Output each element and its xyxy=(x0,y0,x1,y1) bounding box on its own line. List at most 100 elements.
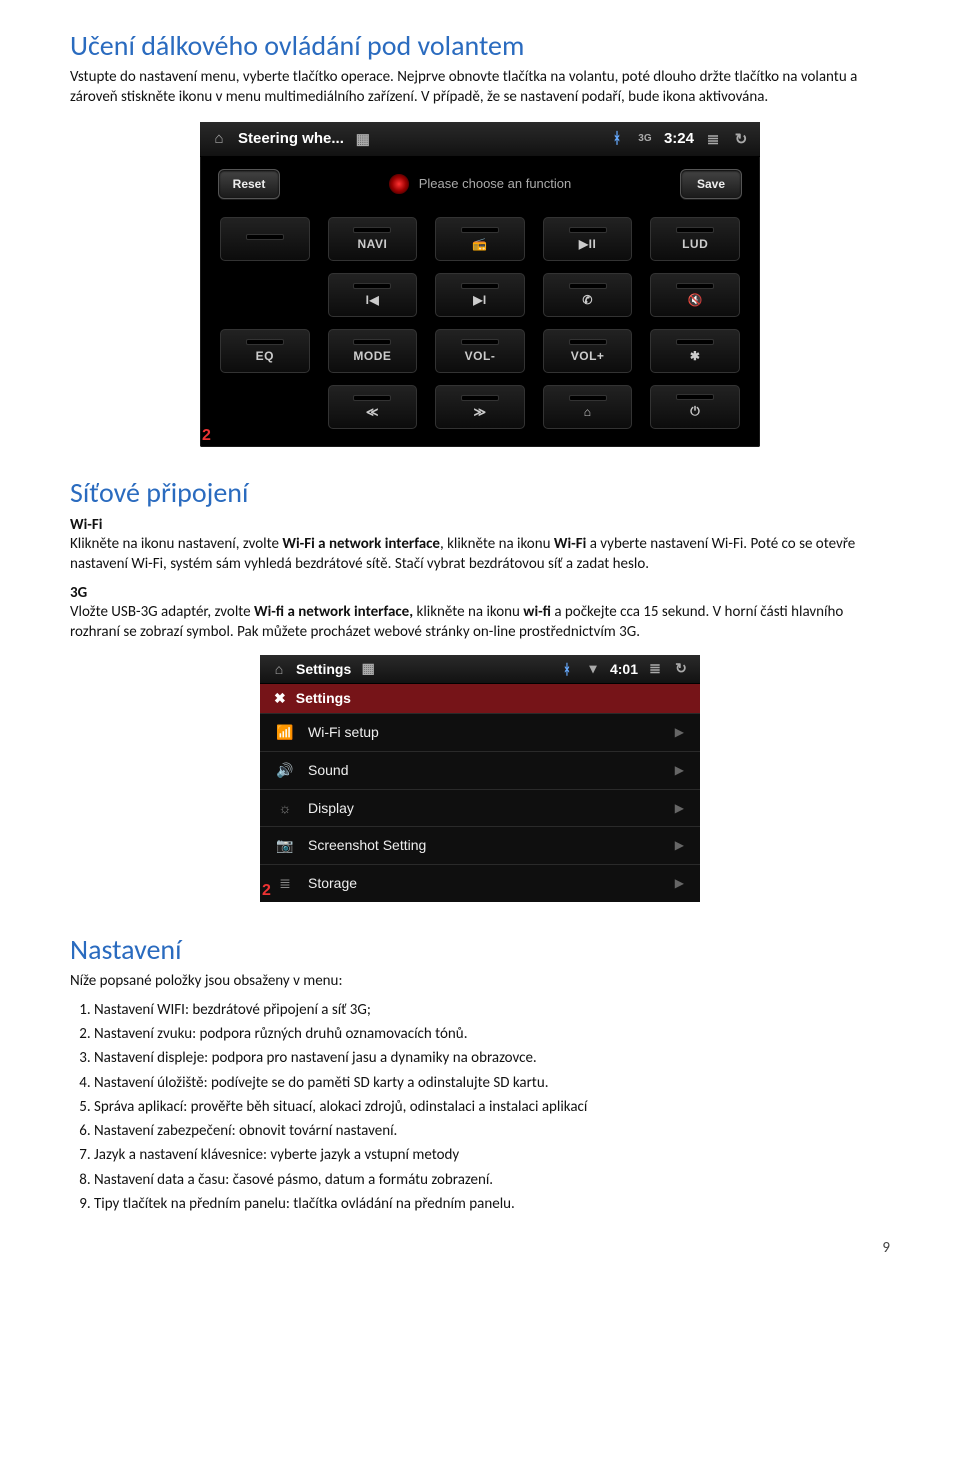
function-slot xyxy=(353,283,391,289)
function-button[interactable]: LUD xyxy=(650,217,740,261)
function-button[interactable]: ▶I xyxy=(435,273,525,317)
screenshot-steering-wheel: ⌂ Steering whe... ▦ ᚼ 3G 3:24 ≣ ↻ Reset … xyxy=(200,122,760,447)
text: , klikněte na ikonu xyxy=(440,535,554,553)
apps-icon[interactable]: ▦ xyxy=(354,130,372,148)
function-button[interactable]: VOL- xyxy=(435,329,525,373)
function-button[interactable]: 📻 xyxy=(435,217,525,261)
settings-row[interactable]: 🔊Sound▶ xyxy=(260,751,700,789)
subheading-3g: 3G xyxy=(70,584,890,602)
row-label: Display xyxy=(308,800,354,816)
row-icon: 📶 xyxy=(276,724,294,741)
save-button[interactable]: Save xyxy=(680,169,742,199)
clock: 4:01 xyxy=(610,661,638,677)
corner-marker: 2 xyxy=(262,882,271,900)
function-label: ▶I xyxy=(473,293,487,307)
function-button[interactable]: I◀ xyxy=(328,273,418,317)
list-icon[interactable]: ≣ xyxy=(704,130,722,148)
row-icon: ☼ xyxy=(276,800,294,816)
list-item: Správa aplikací: prověřte běh situací, a… xyxy=(94,1096,890,1119)
text: Klikněte na ikonu nastavení, zvolte xyxy=(70,535,282,553)
row-icon: 🔊 xyxy=(276,762,294,779)
function-label: ▶II xyxy=(579,237,596,251)
function-label: NAVI xyxy=(358,237,388,251)
function-button[interactable]: EQ xyxy=(220,329,310,373)
function-button[interactable]: VOL+ xyxy=(543,329,633,373)
redo-icon[interactable]: ↻ xyxy=(672,660,690,678)
function-label: ≫ xyxy=(473,405,486,419)
settings-header: ✖ Settings xyxy=(260,684,700,713)
reset-button[interactable]: Reset xyxy=(218,169,280,199)
chevron-right-icon: ▶ xyxy=(675,876,684,890)
para-settings-intro: Níže popsané položky jsou obsaženy v men… xyxy=(70,971,890,991)
chevron-right-icon: ▶ xyxy=(675,725,684,739)
text: klikněte na ikonu xyxy=(413,603,523,621)
function-button[interactable]: ✱ xyxy=(650,329,740,373)
list-item: Nastavení úložiště: podívejte se do pamě… xyxy=(94,1072,890,1095)
heading-network: Síťové připojení xyxy=(70,475,890,510)
list-item: Nastavení WIFI: bezdrátové připojení a s… xyxy=(94,999,890,1022)
settings-icon: ✖ xyxy=(274,690,286,707)
redo-icon[interactable]: ↻ xyxy=(732,130,750,148)
status-bar: ⌂ Steering whe... ▦ ᚼ 3G 3:24 ≣ ↻ xyxy=(200,122,760,157)
list-item: Nastavení zabezpečení: obnovit tovární n… xyxy=(94,1120,890,1143)
function-button[interactable]: ✆ xyxy=(543,273,633,317)
function-slot xyxy=(569,339,607,345)
function-slot xyxy=(353,227,391,233)
home-icon[interactable]: ⌂ xyxy=(270,660,288,678)
text: Vložte USB-3G adaptér, zvolte xyxy=(70,603,254,621)
app-title: Settings xyxy=(296,661,351,677)
function-label: VOL+ xyxy=(571,349,605,363)
row-label: Screenshot Setting xyxy=(308,837,426,853)
function-button[interactable]: ≪ xyxy=(328,385,418,429)
function-button[interactable]: 🔇 xyxy=(650,273,740,317)
row-label: Wi-Fi setup xyxy=(308,724,379,740)
function-grid: NAVI 📻 ▶II LUD I◀ ▶I ✆ 🔇 EQ MODE VOL- VOL+ ✱ ≪ ≫ ⌂ ⏻ xyxy=(200,211,760,447)
function-button[interactable]: MODE xyxy=(328,329,418,373)
page-number: 9 xyxy=(882,1239,890,1257)
wifi-icon: ▾ xyxy=(584,660,602,678)
function-button[interactable]: ≫ xyxy=(435,385,525,429)
function-button[interactable]: NAVI xyxy=(328,217,418,261)
row-icon: ≣ xyxy=(276,875,294,892)
app-title: Steering whe... xyxy=(238,130,344,147)
apps-icon[interactable]: ▦ xyxy=(359,660,377,678)
list-item: Jazyk a nastavení klávesnice: vyberte ja… xyxy=(94,1144,890,1167)
settings-header-label: Settings xyxy=(296,690,351,706)
settings-row[interactable]: 📷 Screenshot Setting ▶ xyxy=(260,826,700,864)
list-icon[interactable]: ≣ xyxy=(646,660,664,678)
row-icon: 📷 xyxy=(276,837,294,854)
function-label: EQ xyxy=(256,349,274,363)
settings-row[interactable]: ☼Display▶ xyxy=(260,789,700,826)
function-button[interactable]: ⌂ xyxy=(543,385,633,429)
heading-settings: Nastavení xyxy=(70,932,890,967)
function-label: ⌂ xyxy=(584,405,592,419)
function-slot xyxy=(246,234,284,240)
function-label: ≪ xyxy=(366,405,379,419)
function-slot xyxy=(353,339,391,345)
function-slot xyxy=(676,283,714,289)
record-icon xyxy=(389,174,409,194)
chevron-right-icon: ▶ xyxy=(675,763,684,777)
list-item: Tipy tlačítek na předním panelu: tlačítk… xyxy=(94,1193,890,1216)
function-button[interactable]: ▶II xyxy=(543,217,633,261)
function-slot xyxy=(569,283,607,289)
heading-steering: Učení dálkového ovládání pod volantem xyxy=(70,28,890,63)
home-icon[interactable]: ⌂ xyxy=(210,130,228,148)
text-bold: Wi-fi a network interface, xyxy=(254,603,413,621)
function-label: 🔇 xyxy=(687,293,702,307)
function-label: 📻 xyxy=(472,237,487,251)
signal-icon: 3G xyxy=(636,130,654,148)
bluetooth-icon: ᚼ xyxy=(558,660,576,678)
clock: 3:24 xyxy=(664,130,694,147)
para-3g: Vložte USB-3G adaptér, zvolte Wi-fi a ne… xyxy=(70,602,890,643)
function-button[interactable]: ⏻ xyxy=(650,385,740,429)
function-button[interactable] xyxy=(220,217,310,261)
settings-row[interactable]: ≣Storage▶ xyxy=(260,864,700,902)
text-bold: Wi-Fi xyxy=(554,535,586,553)
function-slot xyxy=(676,394,714,400)
chevron-right-icon: ▶ xyxy=(675,838,684,852)
corner-marker: 2 xyxy=(202,427,211,445)
settings-row[interactable]: 📶 Wi-Fi setup ▶ xyxy=(260,713,700,751)
function-slot xyxy=(676,339,714,345)
bluetooth-icon: ᚼ xyxy=(608,130,626,148)
